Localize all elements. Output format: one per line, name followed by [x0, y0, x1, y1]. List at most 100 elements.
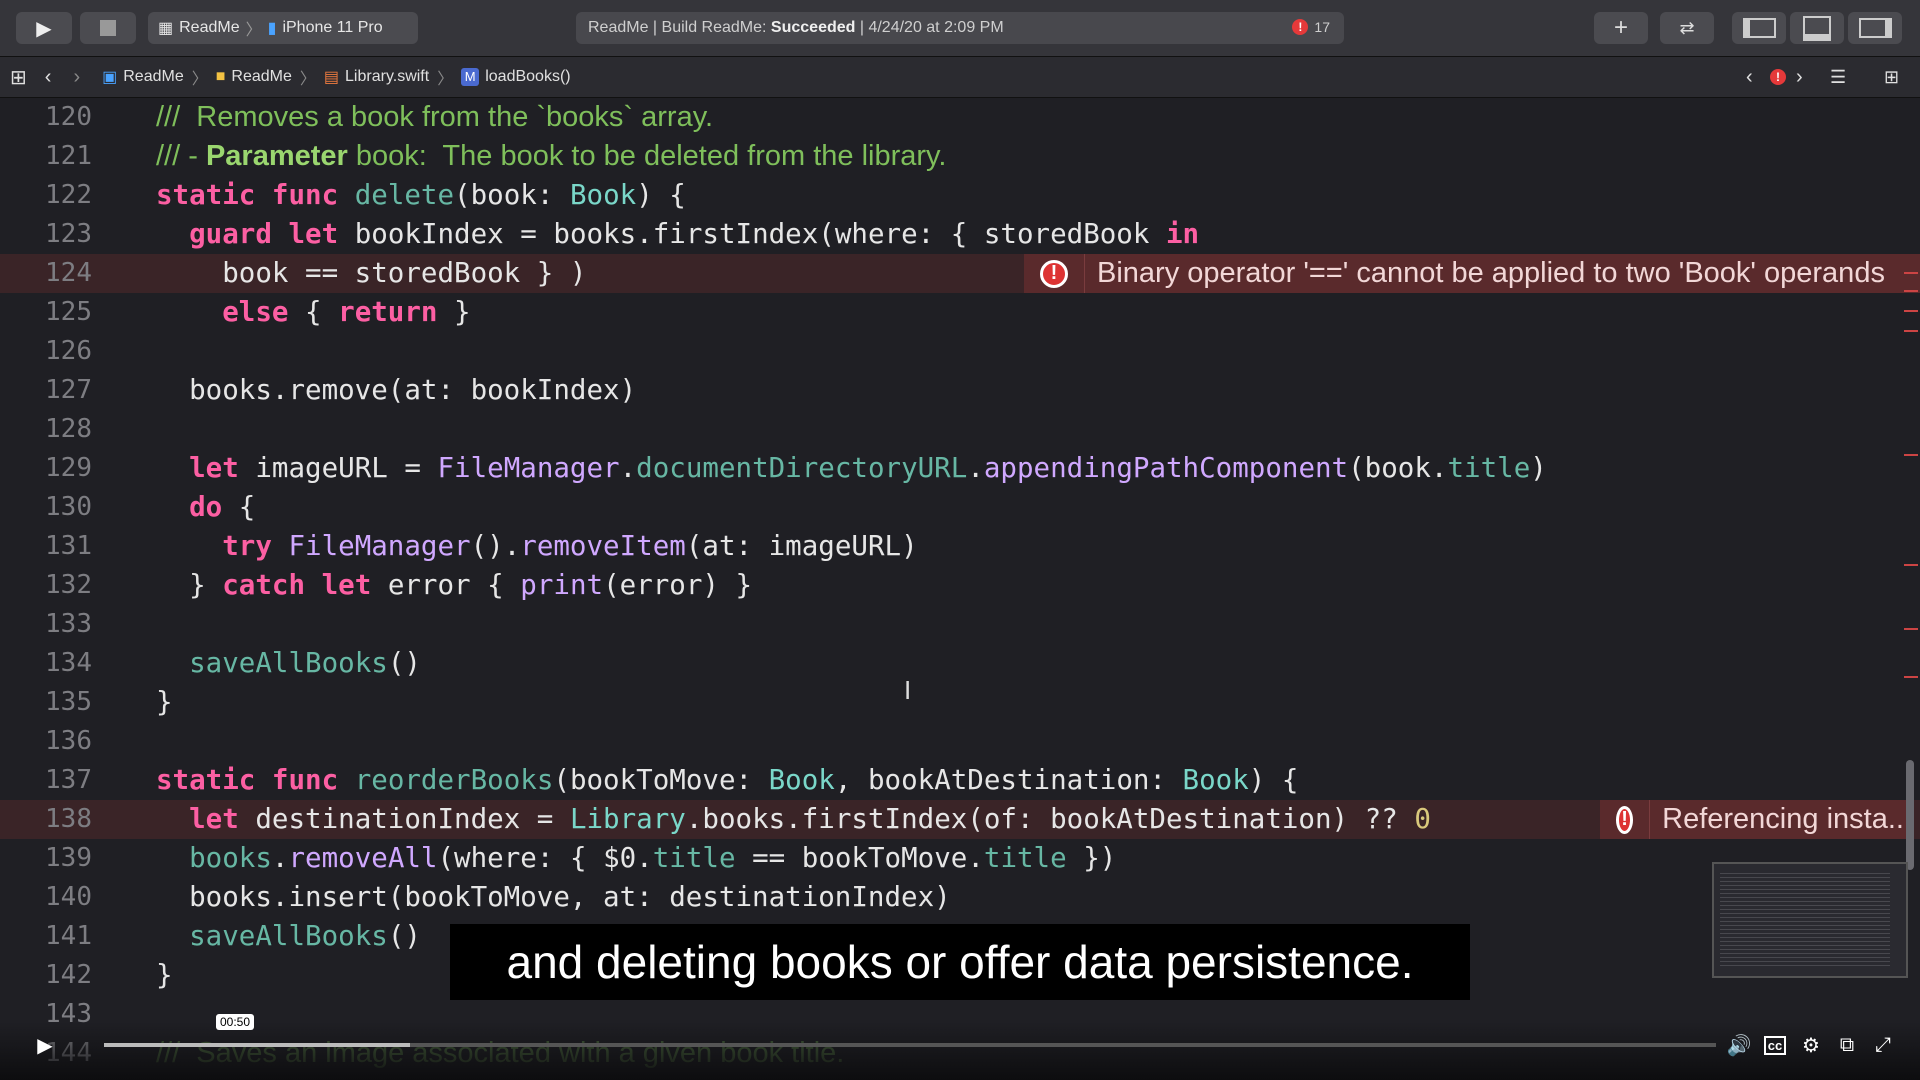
error-count-badge[interactable]: ! 17	[1292, 19, 1330, 35]
code-line[interactable]: 135}	[0, 683, 1920, 722]
fullscreen-icon: ⤢	[1875, 1033, 1891, 1056]
code-line[interactable]: 122 static func delete(book: Book) {	[0, 176, 1920, 215]
breadcrumb-label: Library.swift	[345, 68, 430, 85]
code-text: else { return }	[222, 296, 471, 328]
pip-icon: ⧉	[1839, 1033, 1855, 1056]
stop-button[interactable]	[80, 12, 136, 44]
line-number: 138	[45, 804, 92, 834]
code-text: let imageURL = FileManager.documentDirec…	[189, 452, 1547, 484]
add-editor-icon[interactable]: ⊞	[1884, 67, 1899, 88]
activity-status: ReadMe | Build ReadMe: Succeeded | 4/24/…	[576, 12, 1344, 44]
code-line[interactable]: 130 do {	[0, 488, 1920, 527]
code-review-button[interactable]: ⇄	[1660, 12, 1714, 44]
code-line[interactable]: 132 } catch let error { print(error) }	[0, 566, 1920, 605]
code-text: books.removeAll(where: { $0.title == boo…	[189, 842, 1117, 874]
chevron-right-icon: 〉	[191, 71, 208, 88]
code-text: static func reorderBooks(bookToMove: Boo…	[156, 764, 1299, 796]
run-button[interactable]: ▶	[16, 12, 72, 44]
error-marker[interactable]	[1904, 454, 1918, 456]
code-line[interactable]: 125 else { return }	[0, 293, 1920, 332]
scheme-device: iPhone 11 Pro	[282, 19, 383, 36]
cc-icon: cc	[1763, 1035, 1787, 1055]
forward-icon[interactable]: ›	[73, 66, 80, 89]
error-banner[interactable]: ! Referencing insta...	[1600, 800, 1912, 839]
play-button[interactable]: ▶	[30, 1032, 60, 1058]
code-line[interactable]: 127 books.remove(at: bookIndex)	[0, 371, 1920, 410]
line-number: 139	[45, 843, 92, 873]
grid-icon[interactable]: ⊞	[10, 65, 27, 90]
code-text: do {	[189, 491, 256, 523]
method-icon: M	[461, 68, 480, 86]
line-number: 133	[45, 609, 92, 639]
prev-issue-icon[interactable]: ‹	[1746, 66, 1753, 89]
fullscreen-button[interactable]: ⤢	[1868, 1032, 1898, 1058]
code-text: static func delete(book: Book) {	[156, 179, 686, 211]
code-line[interactable]: 136	[0, 722, 1920, 761]
progress-bar[interactable]	[104, 1043, 1716, 1047]
code-line[interactable]: 131 try FileManager().removeItem(at: ima…	[0, 527, 1920, 566]
line-number: 130	[45, 492, 92, 522]
navigator-toggle[interactable]	[1732, 12, 1786, 44]
editor-scrollbar[interactable]	[1906, 760, 1914, 870]
error-icon: !	[1040, 259, 1068, 288]
captions-button[interactable]: cc	[1760, 1032, 1790, 1058]
breadcrumb-file[interactable]: ▤ Library.swift	[324, 67, 429, 87]
breadcrumb-method[interactable]: MloadBooks()	[461, 68, 571, 86]
error-marker[interactable]	[1904, 290, 1918, 292]
code-line[interactable]: 129 let imageURL = FileManager.documentD…	[0, 449, 1920, 488]
library-button[interactable]: +	[1594, 12, 1648, 44]
error-banner[interactable]: ! Binary operator '==' cannot be applied…	[1024, 254, 1920, 293]
plus-icon: +	[1613, 14, 1628, 41]
status-text: ReadMe | Build ReadMe: Succeeded | 4/24/…	[588, 19, 1004, 37]
line-number: 140	[45, 882, 92, 912]
code-line[interactable]: 134 saveAllBooks()	[0, 644, 1920, 683]
code-line[interactable]: 140 books.insert(bookToMove, at: destina…	[0, 878, 1920, 917]
line-number: 123	[45, 219, 92, 249]
status-result: Succeeded	[770, 19, 856, 36]
issue-icon[interactable]: !	[1770, 69, 1786, 85]
code-line[interactable]: 123 guard let bookIndex = books.firstInd…	[0, 215, 1920, 254]
breadcrumb-project[interactable]: ▣ ReadMe	[102, 67, 184, 87]
code-text: book == storedBook } )	[156, 257, 587, 289]
line-number: 122	[45, 180, 92, 210]
error-icon: !	[1616, 805, 1634, 834]
breadcrumb-label: loadBooks()	[485, 68, 571, 85]
volume-button[interactable]: 🔊	[1724, 1032, 1754, 1058]
pip-button[interactable]: ⧉	[1832, 1032, 1862, 1058]
next-issue-icon[interactable]: ›	[1796, 66, 1803, 89]
inspector-toggle[interactable]	[1848, 12, 1902, 44]
error-marker[interactable]	[1904, 628, 1918, 630]
error-marker[interactable]	[1904, 310, 1918, 312]
code-line[interactable]: 126	[0, 332, 1920, 371]
code-line[interactable]: 133	[0, 605, 1920, 644]
scheme-selector[interactable]: ▦ ReadMe 〉 ▮ iPhone 11 Pro	[148, 12, 418, 44]
code-line[interactable]: 139 books.removeAll(where: { $0.title ==…	[0, 839, 1920, 878]
error-count: 17	[1314, 19, 1330, 35]
debug-area-toggle[interactable]	[1790, 12, 1844, 44]
line-number: 121	[45, 141, 92, 171]
editor-options-icon[interactable]: ☰	[1830, 67, 1846, 88]
jump-bar: ⊞ ‹ › ▣ ReadMe 〉 ■ ReadMe 〉 ▤ Library.swift 〉 …	[0, 57, 1920, 98]
bottom-panel-icon	[1803, 15, 1831, 41]
code-line[interactable]: 137 static func reorderBooks(bookToMove: …	[0, 761, 1920, 800]
error-marker[interactable]	[1904, 676, 1918, 678]
back-icon[interactable]: ‹	[45, 66, 52, 89]
code-line[interactable]: 121 /// - Parameter book: The book to be …	[0, 137, 1920, 176]
code-text: books.remove(at: bookIndex)	[156, 374, 637, 406]
minimap-content	[1720, 870, 1890, 966]
line-number: 120	[45, 102, 92, 132]
play-icon: ▶	[36, 17, 52, 40]
scheme-project: ReadMe	[179, 19, 240, 36]
settings-button[interactable]: ⚙	[1796, 1032, 1826, 1058]
breadcrumb-label: ReadMe	[231, 68, 292, 85]
code-line[interactable]: 120 /// Removes a book from the `books` a…	[0, 98, 1920, 137]
breadcrumb-folder[interactable]: ■ ReadMe	[216, 68, 292, 86]
error-marker[interactable]	[1904, 330, 1918, 332]
error-marker[interactable]	[1904, 272, 1918, 274]
code-line[interactable]: 128	[0, 410, 1920, 449]
error-marker[interactable]	[1904, 564, 1918, 566]
line-number: 142	[45, 960, 92, 990]
xcode-toolbar: ▶ ▦ ReadMe 〉 ▮ iPhone 11 Pro ReadMe | Bu…	[0, 0, 1920, 57]
code-text: }	[156, 959, 173, 991]
minimap[interactable]	[1712, 862, 1908, 978]
